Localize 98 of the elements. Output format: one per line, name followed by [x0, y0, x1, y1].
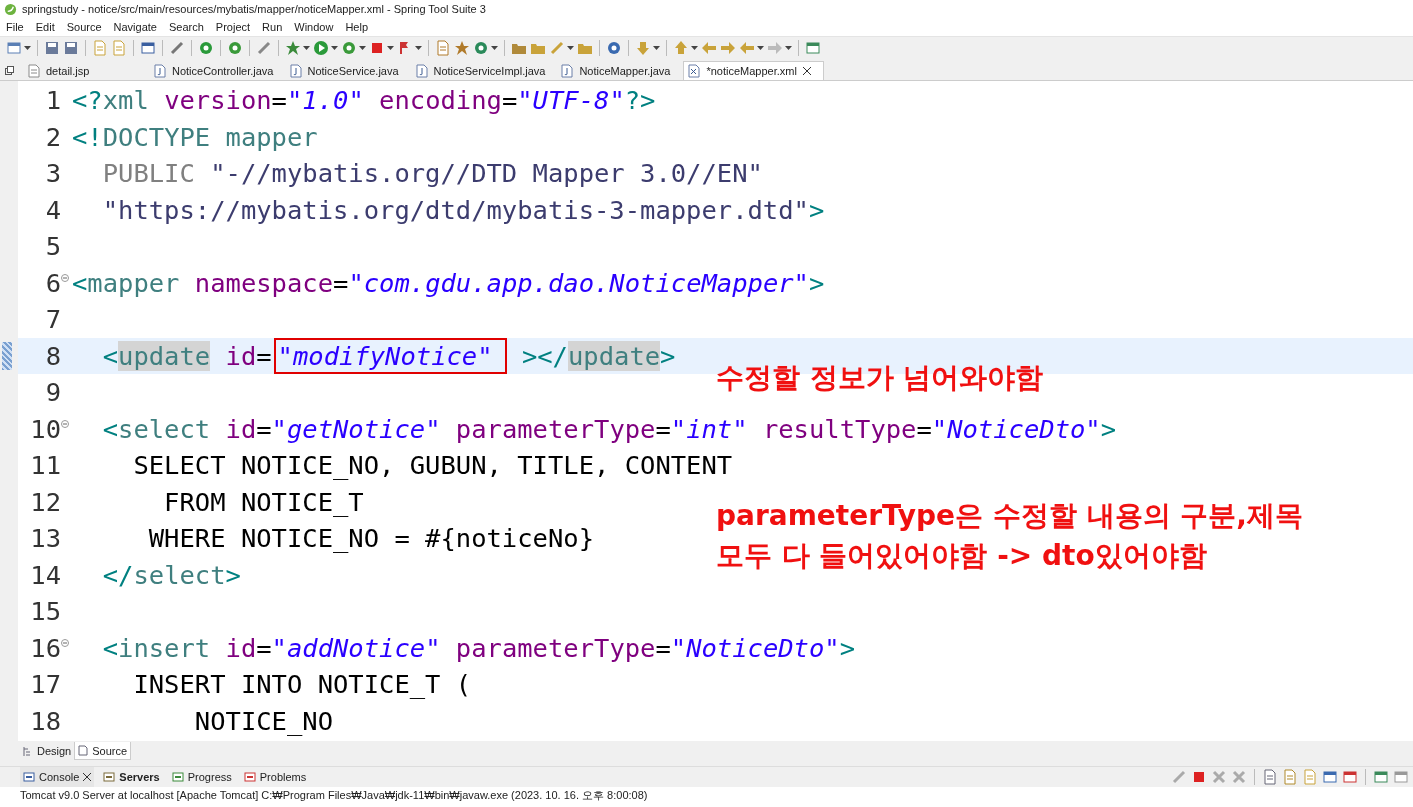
- file-icon: [28, 63, 40, 78]
- code-line: FROM NOTICE_T: [163, 485, 364, 519]
- line-number: 12: [29, 486, 61, 517]
- line-number: 8: [44, 340, 61, 371]
- close-icon[interactable]: [802, 67, 811, 75]
- remove-all-icon[interactable]: [1231, 769, 1247, 785]
- console-icon: [23, 771, 35, 783]
- line-number: 11: [29, 450, 61, 481]
- file-icon: [561, 63, 574, 78]
- close-icon[interactable]: [83, 773, 92, 781]
- caret-icon[interactable]: [785, 46, 792, 50]
- caret-icon[interactable]: [24, 46, 31, 50]
- window-title: springstudy - notice/src/main/resources/mybatis/mapper/noticeMapper.xml - Spring Tool Suite 3: [22, 3, 486, 15]
- save-all-icon[interactable]: [63, 40, 79, 56]
- collapse-icon[interactable]: [61, 638, 69, 647]
- caret-icon[interactable]: [387, 46, 394, 50]
- caret-icon[interactable]: [331, 46, 338, 50]
- editor-tab[interactable]: detail.jsp: [24, 61, 150, 80]
- problems-icon: [243, 771, 256, 783]
- editor-mode-tab[interactable]: Source: [74, 742, 132, 760]
- view-tab[interactable]: Progress: [168, 767, 235, 787]
- code-line: "https://mybatis.org/dtd/mybatis-3-mapper.dtd">: [101, 193, 825, 227]
- caret-icon[interactable]: [303, 46, 310, 50]
- perspective-icon[interactable]: [805, 40, 821, 56]
- console-process-label: Tomcat v9.0 Server at localhost [Apache Tomcat] C:₩Program Files₩Java₩jdk-11₩bin₩javaw.exe (2023. 10. 16. 오후 8:00:08): [20, 789, 648, 801]
- caret-icon[interactable]: [491, 46, 498, 50]
- code-line: <?xml version="1.0" encoding="UTF-8"?>: [72, 84, 656, 118]
- line-number: 7: [44, 304, 61, 335]
- menu-item[interactable]: Source: [66, 21, 102, 33]
- menu-item[interactable]: Project: [215, 21, 251, 33]
- line-number: 18: [29, 705, 61, 736]
- menu-item[interactable]: Run: [262, 21, 283, 33]
- remove-icon[interactable]: [1211, 769, 1227, 785]
- caret-icon[interactable]: [567, 46, 574, 50]
- code-line: PUBLIC "-//mybatis.org//DTD Mapper 3.0//EN": [101, 157, 763, 191]
- annotation-text: 수정할 정보가 넘어와야함: [716, 360, 1044, 396]
- line-number: 5: [44, 231, 61, 262]
- servers-icon: [103, 771, 116, 783]
- view-tab[interactable]: Servers: [100, 767, 163, 787]
- code-line: <select id="getNotice" parameterType="int" resultType="NoticeDto">: [101, 412, 1117, 446]
- menu-item[interactable]: Edit: [35, 21, 55, 33]
- code-line: SELECT NOTICE_NO, GUBUN, TITLE, CONTENT: [132, 449, 733, 483]
- annotation-text: parameterType은 수정할 내용의 구분,제목: [716, 498, 1303, 534]
- restore-icon[interactable]: [5, 66, 14, 75]
- editor-tab[interactable]: NoticeController.java: [150, 61, 286, 80]
- line-number: 6: [44, 267, 61, 298]
- line-number: 3: [44, 158, 61, 189]
- line-number: 13: [29, 523, 61, 554]
- editor-tab[interactable]: NoticeService.java: [285, 61, 412, 80]
- stop-icon[interactable]: [369, 40, 385, 56]
- caret-icon[interactable]: [653, 46, 660, 50]
- menu-item[interactable]: Window: [294, 21, 334, 33]
- caret-icon[interactable]: [359, 46, 366, 50]
- menu-item[interactable]: Navigate: [113, 21, 157, 33]
- play-icon[interactable]: [313, 40, 329, 56]
- caret-icon[interactable]: [691, 46, 698, 50]
- line-number: 17: [29, 669, 61, 700]
- menu-item[interactable]: File: [6, 21, 24, 33]
- file-icon: [289, 63, 302, 78]
- line-number: 9: [44, 377, 61, 408]
- view-tab[interactable]: Console: [20, 767, 95, 787]
- menu-item[interactable]: Help: [345, 21, 369, 33]
- code-line: <!DOCTYPE mapper: [72, 120, 318, 154]
- stop-icon[interactable]: [1191, 769, 1207, 785]
- line-number: 15: [29, 596, 61, 627]
- collapse-icon[interactable]: [61, 419, 69, 428]
- editor-tab[interactable]: *noticeMapper.xml: [683, 61, 824, 80]
- editor-tab[interactable]: NoticeServiceImpl.java: [411, 61, 558, 80]
- code-line: <mapper namespace="com.gdu.app.dao.NoticeMapper">: [72, 266, 825, 300]
- collapse-icon[interactable]: [61, 273, 69, 282]
- caret-icon[interactable]: [757, 46, 764, 50]
- tree-icon: [23, 745, 33, 757]
- code-line: NOTICE_NO: [193, 704, 333, 738]
- progress-icon: [171, 771, 184, 783]
- new-window-icon[interactable]: [6, 40, 22, 56]
- file-icon: [415, 63, 428, 78]
- view-tab[interactable]: Problems: [240, 767, 310, 787]
- caret-icon[interactable]: [415, 46, 422, 50]
- annotation-text: 모두 다 들어있어야함 -> dto있어야함: [716, 538, 1207, 574]
- file-icon: [154, 63, 166, 78]
- code-line: <update id= "modifyNotice" ></update>: [72, 338, 676, 373]
- line-number: 1: [44, 85, 61, 116]
- line-number: 14: [29, 559, 61, 590]
- editor-mode-tab[interactable]: Design: [20, 742, 75, 760]
- file-icon: [688, 64, 701, 78]
- code-line: WHERE NOTICE_NO = #{noticeNo}: [147, 522, 594, 556]
- line-number: 16: [29, 632, 61, 663]
- code-line: <insert id="addNotice" parameterType="NoticeDto">: [101, 631, 856, 665]
- code-line: INSERT INTO NOTICE_T (: [132, 668, 472, 702]
- code-line: </select>: [101, 558, 241, 592]
- save-icon[interactable]: [44, 40, 60, 56]
- page-icon: [78, 745, 89, 756]
- line-number: 2: [44, 121, 61, 152]
- menu-item[interactable]: Search: [169, 21, 204, 33]
- editor-tab[interactable]: NoticeMapper.java: [557, 61, 684, 80]
- code-editor[interactable]: [0, 80, 1413, 741]
- line-number: 4: [44, 194, 61, 225]
- line-number: 10: [29, 413, 61, 444]
